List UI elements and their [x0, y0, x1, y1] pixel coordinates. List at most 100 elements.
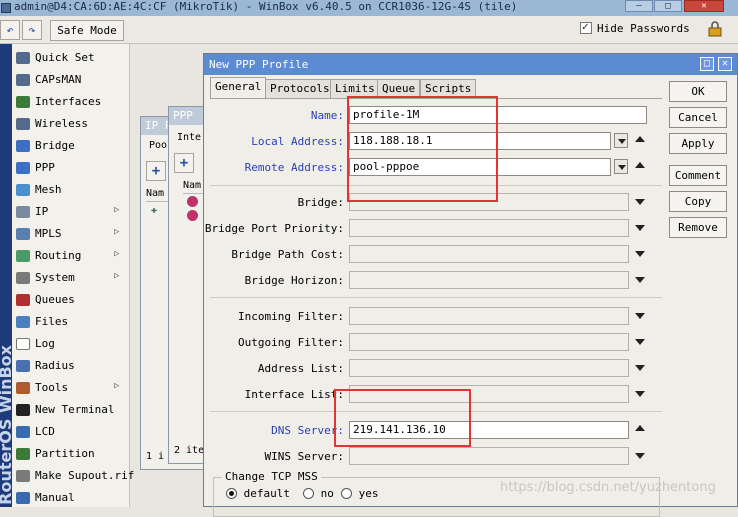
radio-selected-icon[interactable]: [226, 488, 237, 499]
sidebar-item-label: Partition: [35, 447, 95, 460]
sidebar-item-mpls[interactable]: MPLS ▷: [12, 223, 130, 245]
dialog-close-button[interactable]: ✕: [718, 57, 732, 71]
radio-icon[interactable]: [341, 488, 352, 499]
sidebar-item-queues[interactable]: Queues: [12, 289, 130, 311]
apply-button[interactable]: Apply: [669, 133, 727, 154]
maximize-button[interactable]: □: [654, 0, 682, 12]
minimize-button[interactable]: —: [625, 0, 653, 12]
sidebar-item-wireless[interactable]: Wireless: [12, 113, 130, 135]
hide-passwords-label: Hide Passwords: [597, 22, 690, 35]
tab-general[interactable]: General: [210, 77, 267, 99]
dialog-maximize-button[interactable]: □: [700, 57, 714, 71]
hide-passwords-checkbox[interactable]: Hide Passwords: [580, 20, 690, 35]
copy-button[interactable]: Copy: [669, 191, 727, 212]
tcp-mss-default-radio[interactable]: default: [226, 487, 290, 500]
submenu-arrow-icon: ▷: [114, 205, 120, 215]
bridge-path-cost-input[interactable]: [349, 245, 629, 263]
sidebar-item-ppp[interactable]: PPP: [12, 157, 130, 179]
tcp-mss-no-radio[interactable]: no: [303, 487, 334, 500]
incoming-filter-input[interactable]: [349, 307, 629, 325]
safe-mode-button[interactable]: Safe Mode: [50, 20, 124, 41]
queues-icon: [16, 294, 30, 306]
tab-protocols[interactable]: Protocols: [265, 79, 335, 98]
sidebar-item-system[interactable]: System ▷: [12, 267, 130, 289]
winbox-app-icon: [1, 3, 11, 13]
sidebar-item-make-supout-rif[interactable]: Make Supout.rif: [12, 465, 134, 487]
bridge-path-cost-expand-icon[interactable]: [635, 251, 645, 257]
document-icon: [16, 470, 30, 482]
incoming-filter-expand-icon[interactable]: [635, 313, 645, 319]
help-icon: [16, 492, 30, 504]
highlight-box-addresses: [347, 96, 498, 202]
sidebar-item-ip[interactable]: IP ▷: [12, 201, 130, 223]
bridge-horizon-input[interactable]: [349, 271, 629, 289]
close-window-button[interactable]: ✕: [684, 0, 724, 12]
sidebar-item-radius[interactable]: Radius: [12, 355, 130, 377]
partition-icon: [16, 448, 30, 460]
brand-text: RouterOS WinBox: [0, 345, 12, 505]
address-list-label: Address List:: [257, 362, 344, 375]
ppp-interface-icon: [187, 210, 198, 221]
gear-icon: [16, 272, 30, 284]
remote-address-dropdown-icon[interactable]: [614, 159, 628, 174]
comment-button[interactable]: Comment: [669, 165, 727, 186]
name-label: Name:: [310, 109, 344, 122]
sidebar-item-lcd[interactable]: LCD: [12, 421, 130, 443]
bridge-icon: [16, 140, 30, 152]
sidebar-item-label: CAPsMAN: [35, 73, 82, 86]
routing-icon: [16, 250, 30, 262]
new-ppp-profile-dialog[interactable]: New PPP Profile □ ✕ General Protocols Li…: [203, 53, 738, 517]
ok-button[interactable]: OK: [669, 81, 727, 102]
sidebar-item-mesh[interactable]: Mesh: [12, 179, 130, 201]
sidebar-item-new-terminal[interactable]: New Terminal: [12, 399, 130, 421]
ppp-status: 2 ite: [174, 445, 205, 456]
sidebar-item-label: Wireless: [35, 117, 88, 130]
address-list-input[interactable]: [349, 359, 629, 377]
sidebar-item-log[interactable]: Log: [12, 333, 130, 355]
remove-button[interactable]: Remove: [669, 217, 727, 238]
local-address-dropdown-icon[interactable]: [614, 133, 628, 148]
bridge-port-priority-expand-icon[interactable]: [635, 225, 645, 231]
log-icon: [16, 338, 30, 350]
sidebar-item-bridge[interactable]: Bridge: [12, 135, 130, 157]
undo-icon[interactable]: ↶: [0, 20, 20, 40]
sidebar-item-manual[interactable]: Manual: [12, 487, 130, 509]
window-titlebar: admin@D4:CA:6D:AE:4C:CF (MikroTik) - Win…: [0, 0, 738, 16]
tcp-mss-default-label: default: [243, 487, 290, 500]
mpls-icon: [16, 228, 30, 240]
sidebar-item-quick-set[interactable]: Quick Set: [12, 47, 130, 69]
add-icon[interactable]: +: [174, 153, 194, 173]
cancel-button[interactable]: Cancel: [669, 107, 727, 128]
interface-list-expand-icon[interactable]: [635, 391, 645, 397]
bridge-horizon-expand-icon[interactable]: [635, 277, 645, 283]
bridge-path-cost-row: Bridge Path Cost:: [210, 244, 662, 266]
sidebar-item-label: System: [35, 271, 75, 284]
outgoing-filter-input[interactable]: [349, 333, 629, 351]
tcp-mss-yes-radio[interactable]: yes: [341, 487, 379, 500]
sidebar-item-capsman[interactable]: CAPsMAN: [12, 69, 130, 91]
sidebar-item-files[interactable]: Files: [12, 311, 130, 333]
address-list-expand-icon[interactable]: [635, 365, 645, 371]
radio-icon[interactable]: [303, 488, 314, 499]
address-list-row: Address List:: [210, 358, 662, 380]
local-address-collapse-icon[interactable]: [635, 136, 645, 142]
checkbox-check-icon[interactable]: [580, 20, 592, 34]
ppp-interface-icon: [187, 196, 198, 207]
dns-server-collapse-icon[interactable]: [635, 425, 645, 431]
add-icon[interactable]: +: [146, 161, 166, 181]
sidebar-item-label: Log: [35, 337, 55, 350]
ppp-interface-tab[interactable]: Inte: [177, 132, 201, 143]
outgoing-filter-expand-icon[interactable]: [635, 339, 645, 345]
bridge-expand-icon[interactable]: [635, 199, 645, 205]
sidebar-item-interfaces[interactable]: Interfaces: [12, 91, 130, 113]
bridge-port-priority-input[interactable]: [349, 219, 629, 237]
wins-server-input[interactable]: [349, 447, 629, 465]
sidebar-item-label: New Terminal: [35, 403, 115, 416]
wins-server-expand-icon[interactable]: [635, 453, 645, 459]
sidebar-item-tools[interactable]: Tools ▷: [12, 377, 130, 399]
sidebar-item-routing[interactable]: Routing ▷: [12, 245, 130, 267]
wins-server-label: WINS Server:: [264, 450, 344, 463]
remote-address-collapse-icon[interactable]: [635, 162, 645, 168]
redo-icon[interactable]: ↷: [22, 20, 42, 40]
sidebar-item-partition[interactable]: Partition: [12, 443, 130, 465]
